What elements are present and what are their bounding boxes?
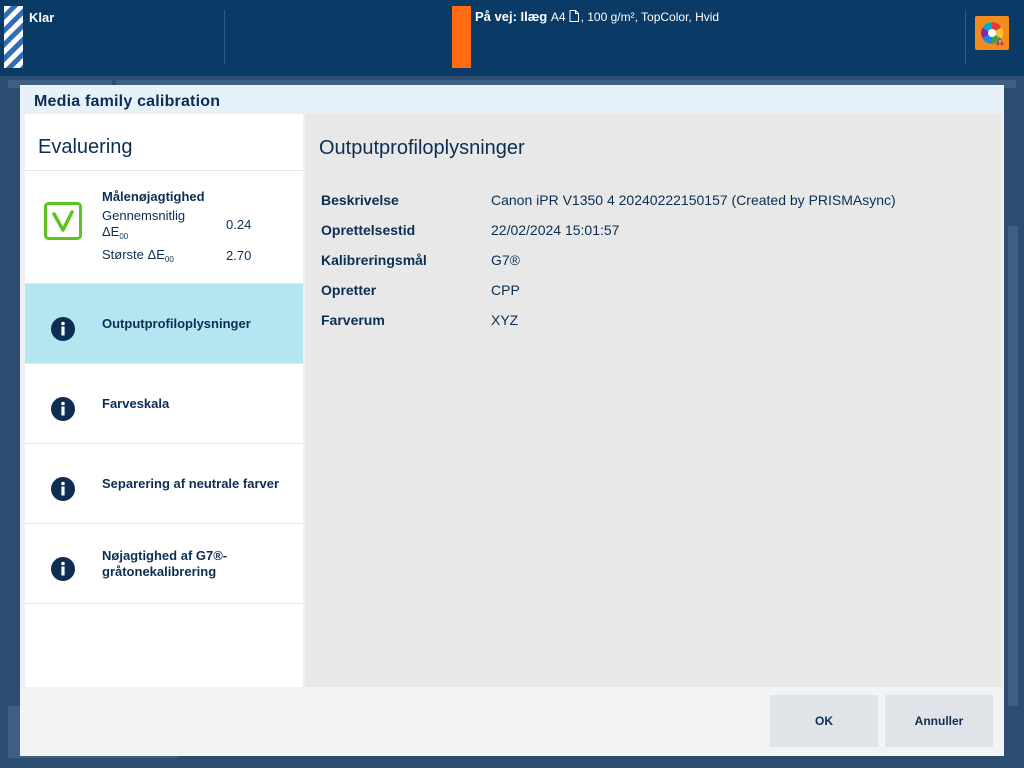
dialog-header: Media family calibration	[20, 85, 1004, 114]
panel-heading: Evaluering	[38, 136, 133, 158]
color-wheel-warning-icon[interactable]	[975, 16, 1009, 50]
ok-button[interactable]: OK	[770, 695, 878, 747]
nav-item-neutral-separation[interactable]: Separering af neutrale farver	[25, 444, 303, 524]
nav-item-label: Separering af neutrale farver	[102, 476, 280, 491]
info-icon	[50, 396, 76, 427]
detail-value: 22/02/2024 15:01:57	[491, 222, 620, 238]
divider	[224, 10, 225, 64]
detail-label: Farverum	[321, 312, 385, 328]
dialog-footer: OK Annuller	[20, 687, 1004, 756]
detail-label: Oprettelsestid	[321, 222, 416, 238]
evaluation-title: Målenøjagtighed	[102, 189, 205, 204]
details-heading: Outputprofiloplysninger	[319, 137, 525, 159]
max-delta-value: 2.70	[226, 248, 252, 263]
detail-label: Kalibreringsmål	[321, 252, 427, 268]
media-details: , 100 g/m², TopColor, Hvid	[580, 10, 720, 24]
cancel-button[interactable]: Annuller	[885, 695, 993, 747]
status-bar: Klar På vej: Ilæg A4 , 100 g/m², TopColor…	[0, 0, 1024, 76]
detail-label: Opretter	[321, 282, 377, 298]
printer-status-text: Klar	[29, 10, 55, 25]
detail-value: G7®	[491, 252, 520, 268]
divider	[965, 10, 966, 64]
dialog-title: Media family calibration	[34, 93, 221, 110]
check-icon	[44, 202, 82, 245]
detail-value: CPP	[491, 282, 520, 298]
nav-item-color-gamut[interactable]: Farveskala	[25, 364, 303, 444]
detail-label: Beskrivelse	[321, 192, 399, 208]
info-icon	[50, 476, 76, 507]
job-status-indicator[interactable]	[452, 6, 471, 68]
media-family-calibration-dialog: Media family calibration Evaluering Måle…	[20, 85, 1004, 756]
detail-value: Canon iPR V1350 4 20240222150157 (Create…	[491, 192, 896, 208]
job-info[interactable]: På vej: Ilæg A4 , 100 g/m², TopColor, Hvi…	[475, 9, 719, 25]
job-action: På vej: Ilæg	[475, 9, 548, 24]
evaluation-panel: Evaluering Målenøjagtighed Gennemsnitlig…	[25, 114, 303, 687]
measurement-accuracy-summary[interactable]: Målenøjagtighed Gennemsnitlig ΔE00 0.24 …	[25, 171, 303, 284]
max-delta-label: Største ΔE00	[102, 247, 174, 264]
output-profile-details: Outputprofiloplysninger Beskrivelse Cano…	[305, 114, 1001, 687]
printer-status-indicator[interactable]	[4, 6, 23, 68]
nav-item-output-profile-info[interactable]: Outputprofiloplysninger	[25, 284, 303, 364]
paper-size: A4	[550, 10, 566, 24]
average-delta-value: 0.24	[226, 217, 252, 232]
nav-item-g7-accuracy[interactable]: Nøjagtighed af G7®-gråtonekalibrering	[25, 524, 303, 604]
info-icon	[50, 316, 76, 347]
nav-item-label: Farveskala	[102, 396, 170, 411]
background-scrollbar	[1008, 226, 1018, 706]
detail-value: XYZ	[491, 312, 519, 328]
average-delta-label: ΔE00	[102, 224, 129, 241]
info-icon	[50, 556, 76, 587]
nav-item-label: Outputprofiloplysninger	[102, 316, 251, 331]
document-icon	[569, 10, 579, 25]
average-label: Gennemsnitlig	[102, 208, 186, 223]
nav-item-label: Nøjagtighed af G7®-gråtonekalibrering	[102, 548, 228, 579]
